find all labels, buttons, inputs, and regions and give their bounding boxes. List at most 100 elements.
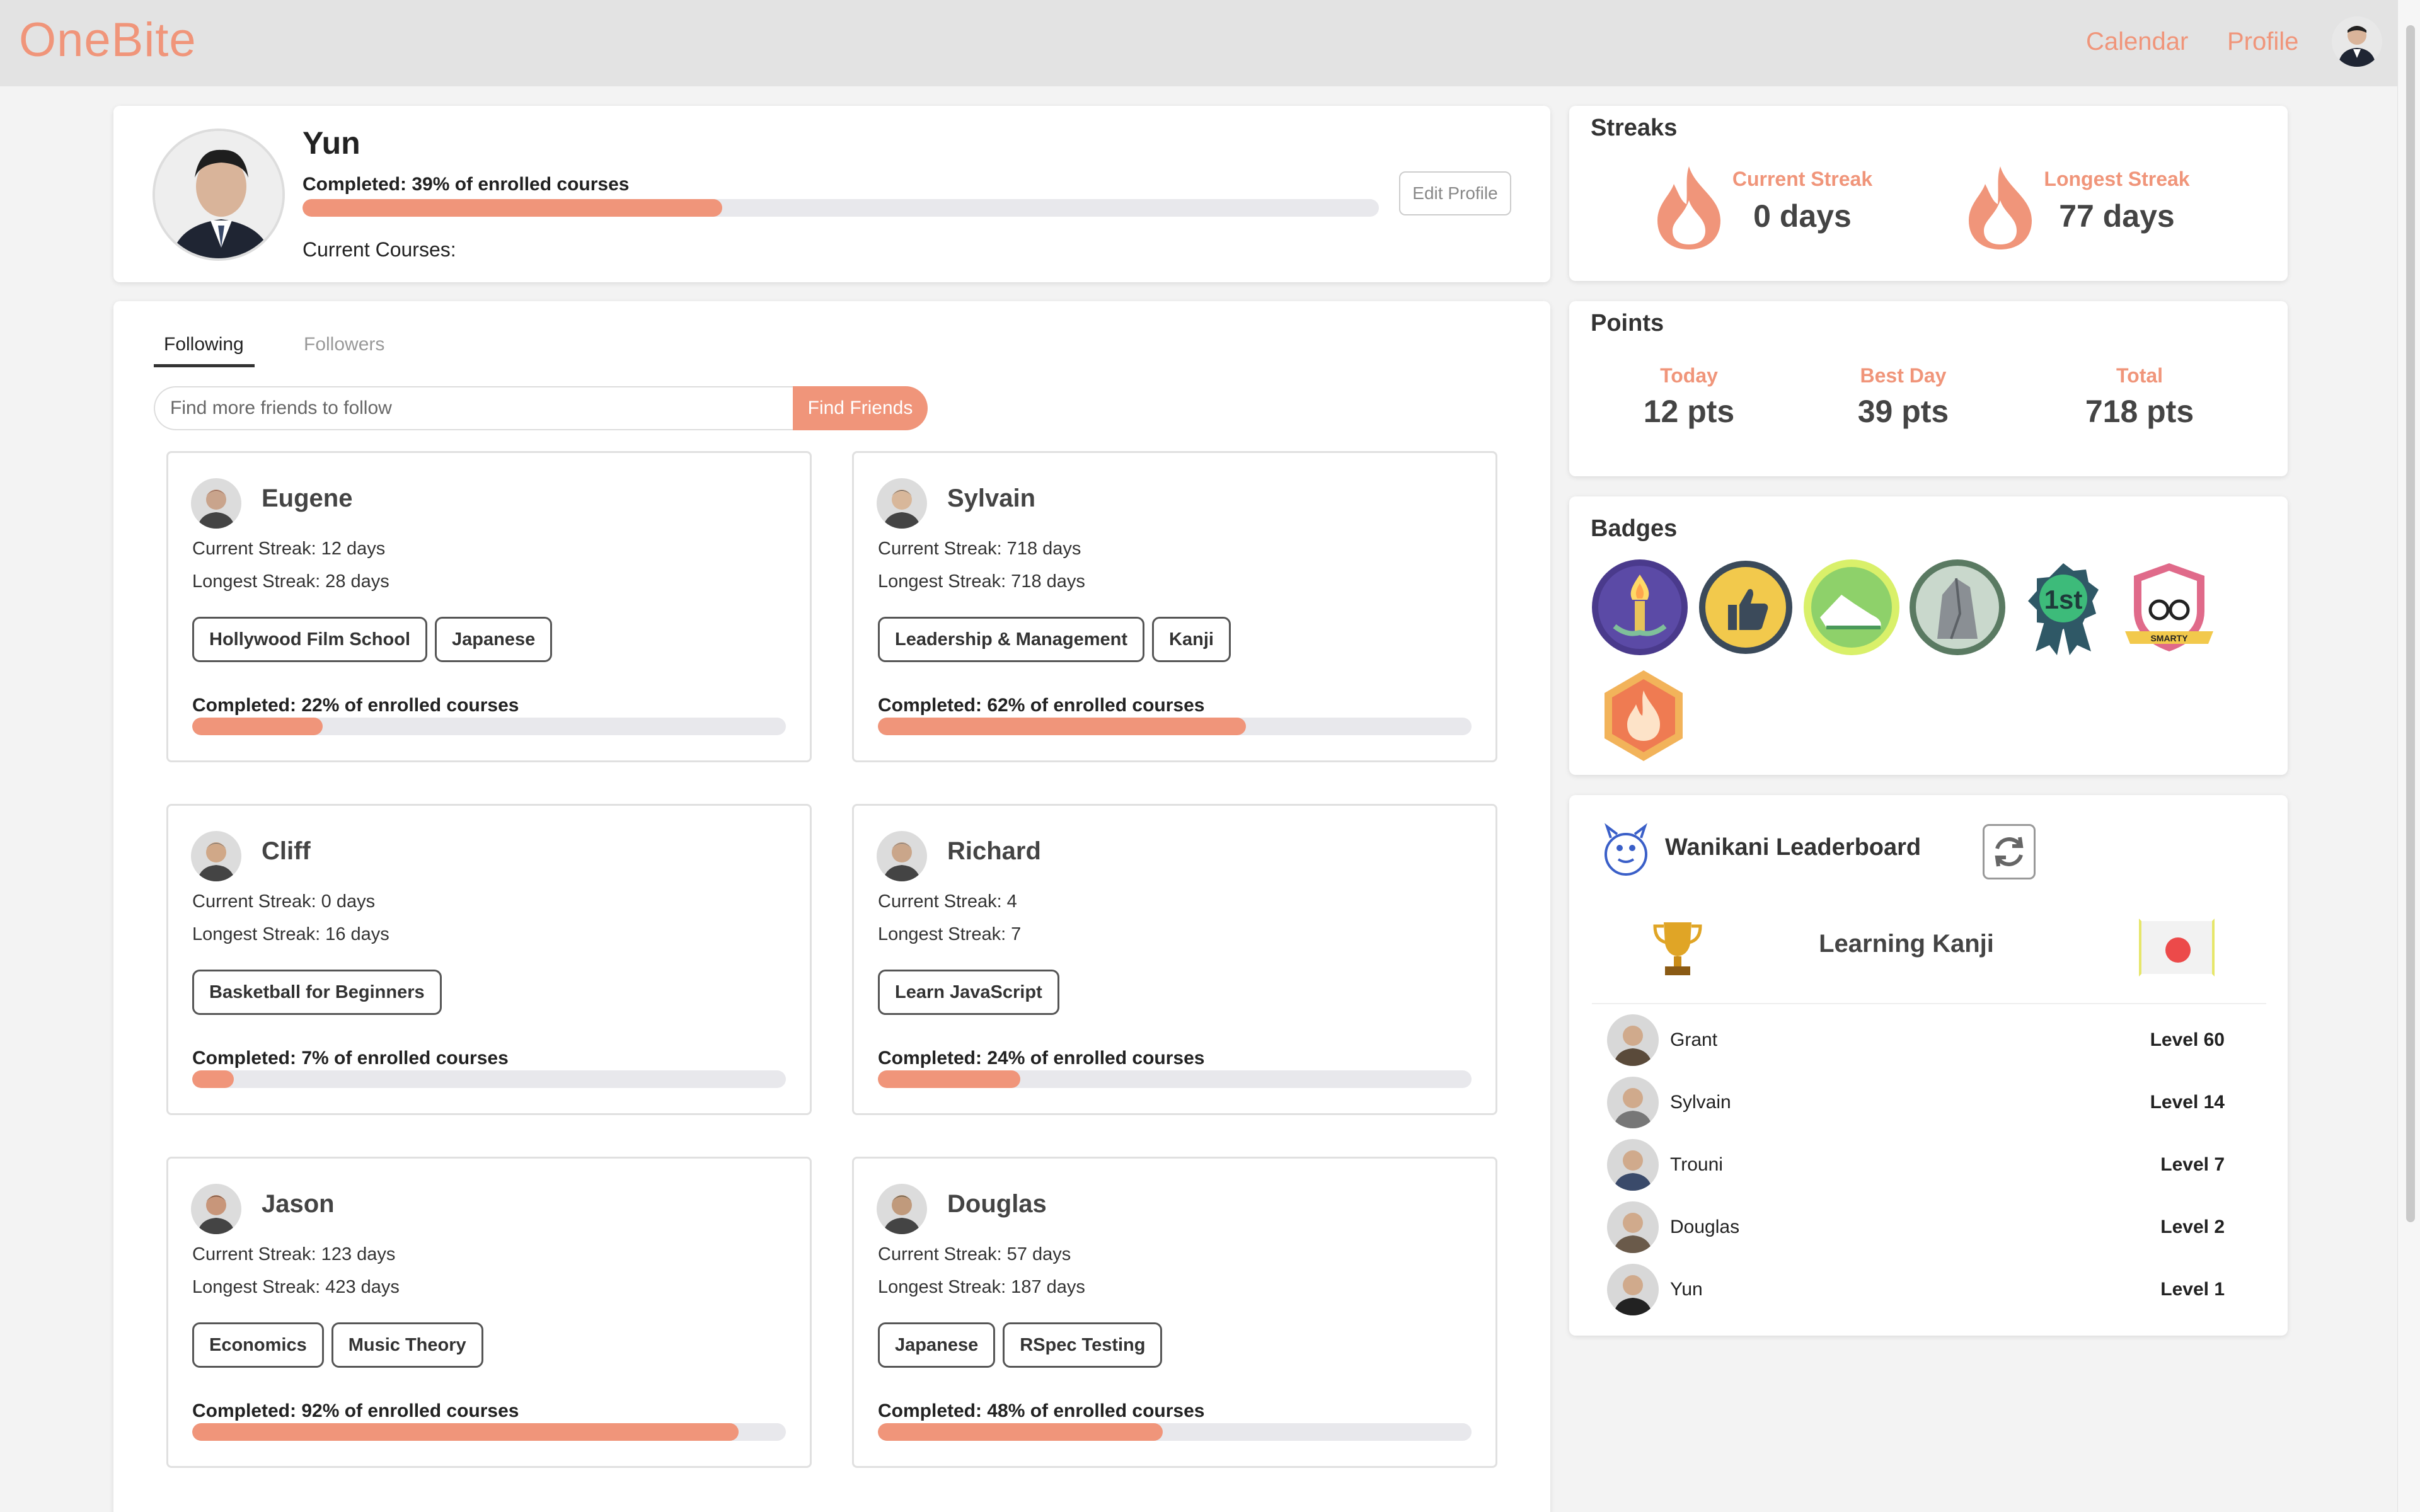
- course-tag[interactable]: Basketball for Beginners: [192, 970, 442, 1015]
- friend-progress-fill: [878, 1423, 1163, 1441]
- badges-title: Badges: [1591, 515, 1678, 542]
- friend-current-streak: Current Streak: 123 days: [192, 1244, 396, 1264]
- friend-completed-label: Completed: 48% of enrolled courses: [878, 1400, 1205, 1421]
- leaderboard-name: Douglas: [1670, 1217, 1740, 1237]
- friend-card[interactable]: Cliff Current Streak: 0 days Longest Str…: [166, 804, 812, 1115]
- nav-calendar-link[interactable]: Calendar: [2086, 28, 2188, 56]
- edit-profile-button[interactable]: Edit Profile: [1399, 171, 1511, 215]
- page-scrollbar[interactable]: [2397, 0, 2420, 1512]
- leaderboard-row[interactable]: Grant Level 60: [1607, 1014, 2237, 1067]
- nav-profile-link[interactable]: Profile: [2227, 28, 2298, 56]
- leaderboard-level: Level 14: [2150, 1092, 2225, 1113]
- friend-longest-streak: Longest Streak: 16 days: [192, 924, 389, 944]
- course-tag[interactable]: Music Theory: [331, 1322, 483, 1368]
- course-tag[interactable]: Learn JavaScript: [878, 970, 1059, 1015]
- friend-progress-bar: [878, 1423, 1472, 1441]
- friend-progress-fill: [192, 718, 323, 735]
- friend-avatar[interactable]: [191, 831, 241, 881]
- profile-card: Yun Completed: 39% of enrolled courses C…: [113, 106, 1550, 282]
- friend-progress-bar: [192, 1070, 786, 1088]
- friend-course-tags: Learn JavaScript: [878, 970, 1059, 1015]
- points-total-value: 718 pts: [2085, 394, 2194, 429]
- friend-progress-fill: [192, 1070, 234, 1088]
- rock-badge-icon[interactable]: [1907, 557, 2008, 658]
- tab-following[interactable]: Following: [164, 334, 244, 355]
- leaderboard-level: Level 2: [2160, 1217, 2225, 1237]
- leaderboard-avatar: [1607, 1014, 1659, 1066]
- friend-card[interactable]: Richard Current Streak: 4 Longest Streak…: [852, 804, 1497, 1115]
- user-avatar[interactable]: [2332, 16, 2382, 67]
- leaderboard-divider: [1592, 1003, 2266, 1004]
- leaderboard-row[interactable]: Douglas Level 2: [1607, 1201, 2237, 1254]
- course-tag[interactable]: RSpec Testing: [1003, 1322, 1163, 1368]
- course-tag[interactable]: Economics: [192, 1322, 324, 1368]
- torch-badge-icon[interactable]: [1589, 557, 1690, 658]
- friend-completed-label: Completed: 92% of enrolled courses: [192, 1400, 519, 1421]
- record-button[interactable]: [2139, 919, 2215, 976]
- find-friends-button[interactable]: Find Friends: [793, 386, 928, 430]
- first-place-ribbon-badge-icon[interactable]: 1st: [2013, 557, 2114, 658]
- friend-current-streak: Current Streak: 4: [878, 891, 1017, 912]
- friend-current-streak: Current Streak: 0 days: [192, 891, 376, 912]
- flame-hexagon-badge-icon[interactable]: [1593, 665, 1694, 766]
- friend-longest-streak: Longest Streak: 187 days: [878, 1277, 1085, 1297]
- points-best-day-value: 39 pts: [1857, 394, 1949, 429]
- profile-name: Yun: [302, 125, 360, 161]
- friend-avatar[interactable]: [877, 831, 927, 881]
- points-best-day-label: Best Day: [1860, 364, 1947, 387]
- friend-current-streak: Current Streak: 12 days: [192, 539, 386, 559]
- friend-avatar[interactable]: [877, 1184, 927, 1234]
- badges-card: Badges 1st SMARTY: [1569, 496, 2288, 775]
- friend-longest-streak: Longest Streak: 423 days: [192, 1277, 400, 1297]
- friend-card[interactable]: Jason Current Streak: 123 days Longest S…: [166, 1157, 812, 1468]
- friend-card[interactable]: Sylvain Current Streak: 718 days Longest…: [852, 451, 1497, 762]
- friend-card[interactable]: Douglas Current Streak: 57 days Longest …: [852, 1157, 1497, 1468]
- course-tag[interactable]: Leadership & Management: [878, 617, 1145, 662]
- profile-progress-fill: [302, 199, 723, 217]
- scrollbar-thumb[interactable]: [2406, 25, 2415, 1222]
- longest-streak-label: Longest Streak: [2044, 168, 2190, 190]
- points-total-label: Total: [2116, 364, 2164, 387]
- leaderboard-level: Level 60: [2150, 1029, 2225, 1050]
- friend-completed-label: Completed: 22% of enrolled courses: [192, 695, 519, 716]
- friend-course-tags: Japanese RSpec Testing: [878, 1322, 1163, 1368]
- profile-avatar: [153, 129, 285, 261]
- course-tag[interactable]: Japanese: [435, 617, 553, 662]
- record-dot-icon: [2165, 937, 2191, 963]
- leaderboard-avatar: [1607, 1264, 1659, 1315]
- refresh-button[interactable]: [1983, 824, 2036, 879]
- course-tag[interactable]: Japanese: [878, 1322, 996, 1368]
- friend-name[interactable]: Douglas: [947, 1190, 1047, 1218]
- streaks-title: Streaks: [1591, 115, 1678, 141]
- leaderboard-row[interactable]: Yun Level 1: [1607, 1264, 2237, 1317]
- friend-current-streak: Current Streak: 57 days: [878, 1244, 1071, 1264]
- friend-name[interactable]: Eugene: [262, 484, 352, 513]
- friend-name[interactable]: Richard: [947, 837, 1041, 866]
- smarty-glasses-badge-icon[interactable]: SMARTY: [2119, 557, 2220, 658]
- trophy-icon: [1653, 922, 1702, 975]
- streaks-card: Streaks Current Streak 0 days Longest St…: [1569, 106, 2288, 281]
- brand-logo[interactable]: OneBite: [19, 13, 197, 67]
- friend-avatar[interactable]: [191, 478, 241, 529]
- friend-progress-fill: [878, 718, 1247, 735]
- leaderboard-row[interactable]: Sylvain Level 14: [1607, 1077, 2237, 1130]
- points-title: Points: [1591, 310, 1664, 336]
- friend-avatar[interactable]: [191, 1184, 241, 1234]
- wanikani-crabigator-icon: [1605, 823, 1647, 876]
- shoe-badge-icon[interactable]: [1801, 557, 1902, 658]
- friend-progress-bar: [878, 718, 1472, 735]
- friend-longest-streak: Longest Streak: 28 days: [192, 571, 389, 592]
- friend-name[interactable]: Jason: [262, 1190, 335, 1218]
- leaderboard-name: Trouni: [1670, 1154, 1723, 1175]
- thumbs-up-badge-icon[interactable]: [1695, 557, 1796, 658]
- find-friends-input[interactable]: [154, 386, 797, 430]
- friend-name[interactable]: Cliff: [262, 837, 311, 866]
- friend-avatar[interactable]: [877, 478, 927, 529]
- tab-followers[interactable]: Followers: [304, 334, 384, 355]
- friend-card[interactable]: Eugene Current Streak: 12 days Longest S…: [166, 451, 812, 762]
- leaderboard-row[interactable]: Trouni Level 7: [1607, 1139, 2237, 1192]
- leaderboard-avatar: [1607, 1077, 1659, 1128]
- course-tag[interactable]: Kanji: [1152, 617, 1231, 662]
- course-tag[interactable]: Hollywood Film School: [192, 617, 427, 662]
- friend-name[interactable]: Sylvain: [947, 484, 1035, 513]
